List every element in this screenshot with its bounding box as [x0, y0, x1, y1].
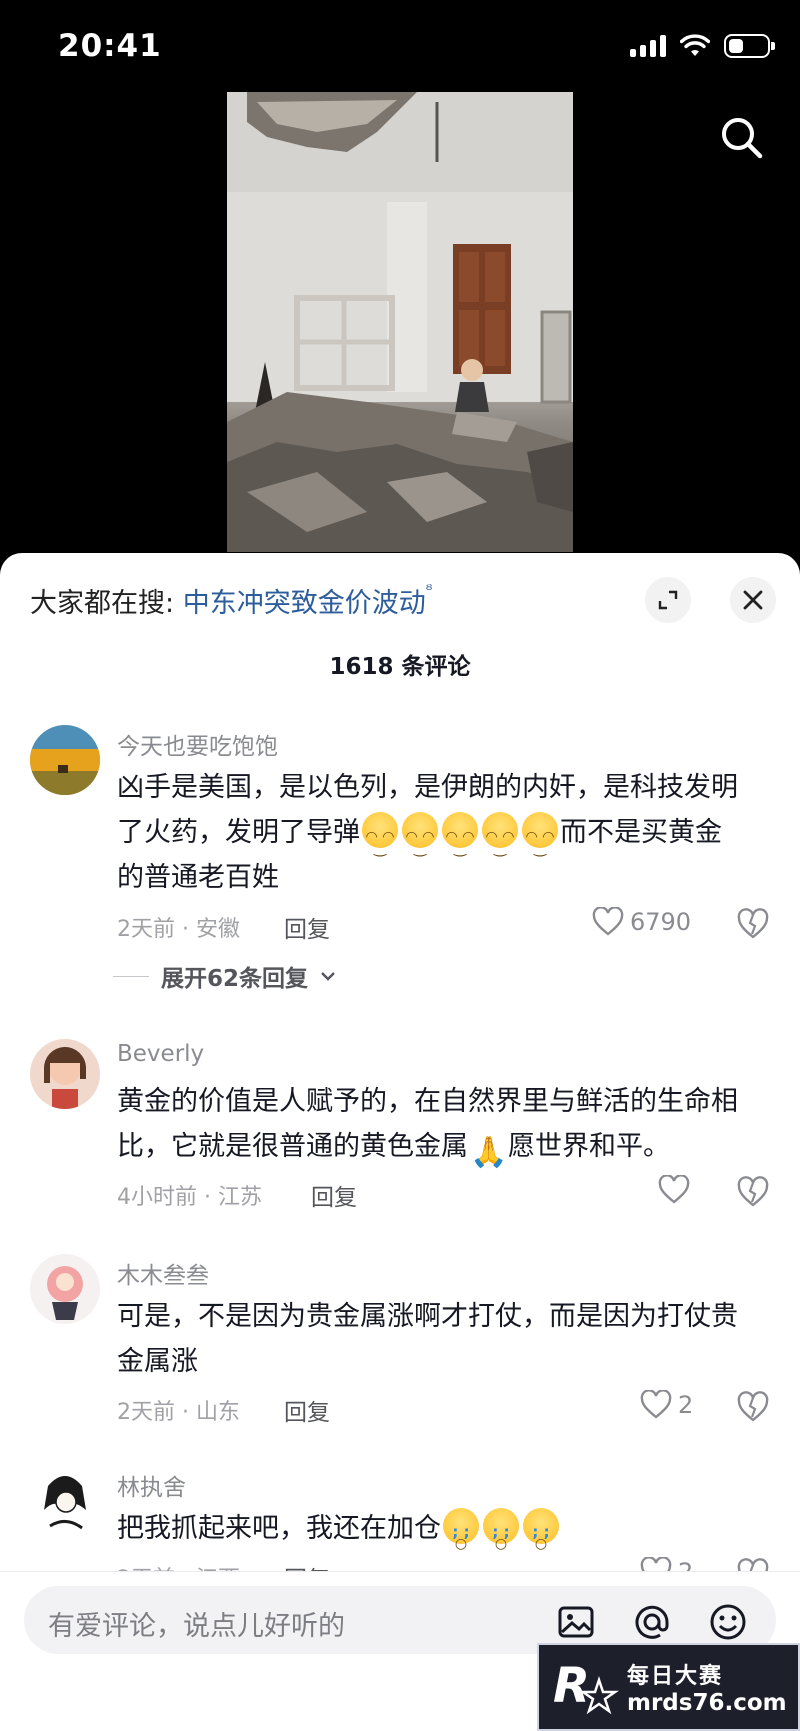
- close-icon: [743, 590, 763, 610]
- like-button[interactable]: [658, 1175, 696, 1205]
- crying-emoji-icon: [523, 1508, 559, 1567]
- praying-hands-emoji-icon: 🙏: [470, 1135, 508, 1170]
- cellular-signal-icon: [630, 35, 666, 57]
- chevron-down-icon: [321, 972, 335, 981]
- dislike-broken-heart-icon[interactable]: [736, 907, 770, 941]
- comment-text: 黄金的价值是人赋予的，在自然界里与鲜活的生命相 比，它就是很普通的黄色金属🙏愿世…: [117, 1079, 777, 1171]
- watermark-title: 每日大赛: [627, 1664, 724, 1689]
- blush-emoji-icon: [482, 812, 518, 871]
- reply-button[interactable]: 回复: [311, 1178, 357, 1212]
- expand-replies-button[interactable]: 展开62条回复: [113, 959, 336, 993]
- hot-search-query-link[interactable]: 中东冲突致金价波动: [183, 588, 426, 619]
- expand-icon: [658, 590, 678, 610]
- avatar[interactable]: [30, 1254, 100, 1324]
- heart-icon: [640, 1390, 672, 1419]
- expand-replies-label: 展开62条回复: [161, 966, 309, 992]
- comment-panel: 大家都在搜: 中东冲突致金价波动ᴽ 1618 条评论 今天也要吃饱饱 凶手是美国…: [0, 553, 800, 1731]
- expand-panel-button[interactable]: [645, 577, 691, 623]
- mention-at-icon[interactable]: [632, 1602, 672, 1642]
- comment-count: 1618 条评论: [329, 654, 471, 680]
- crying-emoji-icon: [483, 1508, 519, 1567]
- hot-search-suggestion[interactable]: 大家都在搜: 中东冲突致金价波动ᴽ: [30, 581, 432, 620]
- comment-meta: 2天前 · 山东: [117, 1400, 240, 1425]
- avatar[interactable]: [30, 1466, 100, 1536]
- status-bar: 20:41: [0, 0, 800, 96]
- watermark-badge: R 每日大赛 mrds76.com: [537, 1643, 800, 1731]
- heart-icon: [592, 907, 624, 936]
- search-small-icon: ᴽ: [425, 581, 433, 599]
- comment-meta: 4小时前 · 江苏: [117, 1185, 262, 1210]
- dislike-broken-heart-icon[interactable]: [736, 1390, 770, 1424]
- status-icons: [630, 34, 775, 58]
- close-button[interactable]: [730, 577, 776, 623]
- comment-text-line: 把我抓起来吧，我还在加仓: [117, 1513, 441, 1544]
- like-button[interactable]: 2: [640, 1390, 693, 1420]
- comment-text: 把我抓起来吧，我还在加仓: [117, 1506, 777, 1567]
- status-time: 20:41: [58, 28, 162, 64]
- video-player[interactable]: [0, 92, 800, 556]
- reply-button[interactable]: 回复: [284, 910, 330, 944]
- comment-text-line: 的普通老百姓: [117, 862, 279, 893]
- avatar[interactable]: [30, 725, 100, 795]
- search-icon[interactable]: [718, 114, 766, 162]
- hot-search-prefix: 大家都在搜:: [30, 588, 175, 619]
- blush-emoji-icon: [402, 812, 438, 871]
- comment-text-line: 比，它就是很普通的黄色金属: [117, 1131, 468, 1162]
- comment-text-line: 金属涨: [117, 1346, 198, 1377]
- watermark-logo-icon: R: [553, 1658, 619, 1715]
- reply-button[interactable]: 回复: [284, 1393, 330, 1427]
- svg-text:R: R: [553, 1658, 590, 1714]
- comment-text-line: 而不是买黄金: [560, 817, 722, 848]
- comment-meta: 2天前 · 安徽: [117, 917, 240, 942]
- video-thumbnail[interactable]: [227, 92, 573, 552]
- like-button[interactable]: 6790: [592, 907, 691, 937]
- comment-text: 凶手是美国，是以色列，是伊朗的内奸，是科技发明 了火药，发明了导弹而不是买黄金 …: [117, 765, 777, 900]
- battery-icon: [724, 34, 775, 58]
- destroyed-room-scene: [227, 92, 573, 552]
- crying-emoji-icon: [443, 1508, 479, 1567]
- like-count: 2: [678, 1391, 694, 1419]
- comment-text-line: 可是，不是因为贵金属涨啊才打仗，而是因为打仗贵: [117, 1301, 738, 1332]
- comment-text-line: 黄金的价值是人赋予的，在自然界里与鲜活的生命相: [117, 1086, 738, 1117]
- comment-username[interactable]: 今天也要吃饱饱: [117, 727, 278, 761]
- comment-input-placeholder: 有爱评论，说点儿好听的: [48, 1611, 345, 1642]
- comment-text-line: 愿世界和平。: [508, 1131, 670, 1162]
- emoji-icon[interactable]: [708, 1602, 748, 1642]
- avatar[interactable]: [30, 1039, 100, 1109]
- like-count: 6790: [630, 908, 692, 936]
- watermark-url: mrds76.com: [627, 1690, 787, 1716]
- blush-emoji-icon: [522, 812, 558, 871]
- comment-username[interactable]: 木木叁叁: [117, 1256, 209, 1290]
- comment-username[interactable]: Beverly: [117, 1041, 204, 1067]
- comment-text-line: 了火药，发明了导弹: [117, 817, 360, 848]
- wifi-icon: [680, 34, 710, 56]
- blush-emoji-icon: [442, 812, 478, 871]
- comment-username[interactable]: 林执舍: [117, 1468, 186, 1502]
- comment-text: 可是，不是因为贵金属涨啊才打仗，而是因为打仗贵 金属涨: [117, 1294, 777, 1384]
- blush-emoji-icon: [362, 812, 398, 871]
- comment-text-line: 凶手是美国，是以色列，是伊朗的内奸，是科技发明: [117, 772, 738, 803]
- image-icon[interactable]: [556, 1602, 596, 1642]
- heart-icon: [658, 1175, 690, 1204]
- watermark-text: 每日大赛 mrds76.com: [627, 1658, 787, 1716]
- dislike-broken-heart-icon[interactable]: [736, 1175, 770, 1209]
